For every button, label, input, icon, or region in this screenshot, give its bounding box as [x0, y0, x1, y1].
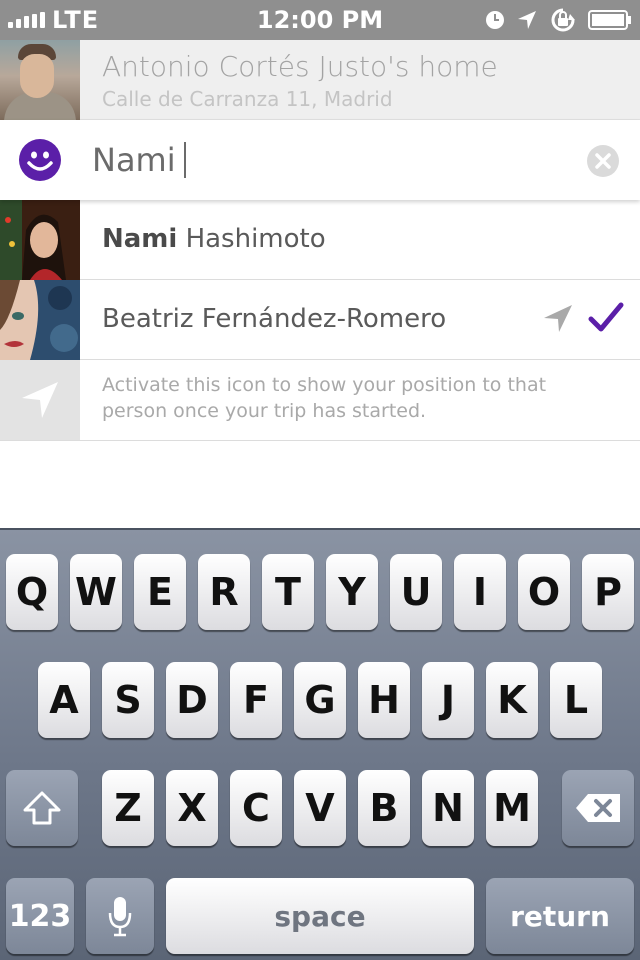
checkmark-icon[interactable]: [588, 302, 624, 334]
contact-name: Beatriz Fernández-Romero: [102, 304, 447, 334]
key-g[interactable]: G: [294, 662, 346, 738]
key-f[interactable]: F: [230, 662, 282, 738]
destination-name: Antonio Cortés Justo's home: [102, 50, 498, 83]
key-z[interactable]: Z: [102, 770, 154, 846]
hint-icon-box: [0, 360, 80, 440]
key-c[interactable]: C: [230, 770, 282, 846]
key-x[interactable]: X: [166, 770, 218, 846]
clear-search-button[interactable]: [586, 144, 620, 178]
backspace-icon: [576, 794, 620, 822]
location-arrow-icon: [518, 11, 536, 29]
status-bar: LTE 12:00 PM: [0, 0, 640, 40]
key-k[interactable]: K: [486, 662, 538, 738]
keyboard: Q W E R T Y U I O P A S D F G H J K L Z …: [0, 528, 640, 960]
key-o[interactable]: O: [518, 554, 570, 630]
key-d[interactable]: D: [166, 662, 218, 738]
alarm-clock-icon: [486, 11, 504, 29]
contact-avatar: [0, 280, 80, 360]
key-y[interactable]: Y: [326, 554, 378, 630]
destination-avatar: [0, 40, 80, 120]
key-h[interactable]: H: [358, 662, 410, 738]
hint-text: Activate this icon to show your position…: [102, 374, 547, 422]
status-icons: [484, 7, 632, 33]
key-l[interactable]: L: [550, 662, 602, 738]
location-hint-row: Activate this icon to show your position…: [0, 360, 640, 441]
key-s[interactable]: S: [102, 662, 154, 738]
microphone-icon: [108, 897, 132, 937]
key-u[interactable]: U: [390, 554, 442, 630]
contact-row[interactable]: Nami Hashimoto: [0, 200, 640, 280]
destination-header[interactable]: Antonio Cortés Justo's home Calle de Car…: [0, 40, 640, 120]
key-w[interactable]: W: [70, 554, 122, 630]
battery-icon: [588, 10, 631, 30]
key-i[interactable]: I: [454, 554, 506, 630]
contact-row[interactable]: Beatriz Fernández-Romero: [0, 280, 640, 360]
key-t[interactable]: T: [262, 554, 314, 630]
return-key[interactable]: return: [486, 878, 634, 954]
search-input[interactable]: [92, 136, 572, 184]
key-m[interactable]: M: [486, 770, 538, 846]
numbers-key[interactable]: 123: [6, 878, 74, 954]
backspace-key[interactable]: [562, 770, 634, 846]
shift-icon: [23, 791, 61, 825]
contact-avatar: [0, 200, 80, 280]
space-key[interactable]: space: [166, 878, 474, 954]
shift-key[interactable]: [6, 770, 78, 846]
key-q[interactable]: Q: [6, 554, 58, 630]
destination-address: Calle de Carranza 11, Madrid: [102, 87, 393, 111]
smiley-icon: [19, 139, 61, 181]
key-p[interactable]: P: [582, 554, 634, 630]
dictation-key[interactable]: [86, 878, 154, 954]
rotation-lock-icon: [551, 8, 575, 32]
key-n[interactable]: N: [422, 770, 474, 846]
key-j[interactable]: J: [422, 662, 474, 738]
key-b[interactable]: B: [358, 770, 410, 846]
text-cursor: [184, 142, 186, 178]
contact-search-bar: [0, 120, 640, 200]
key-a[interactable]: A: [38, 662, 90, 738]
key-v[interactable]: V: [294, 770, 346, 846]
share-location-toggle-icon[interactable]: [542, 303, 574, 333]
contact-name: Nami Hashimoto: [102, 224, 326, 254]
key-r[interactable]: R: [198, 554, 250, 630]
location-arrow-icon: [22, 382, 58, 418]
key-e[interactable]: E: [134, 554, 186, 630]
